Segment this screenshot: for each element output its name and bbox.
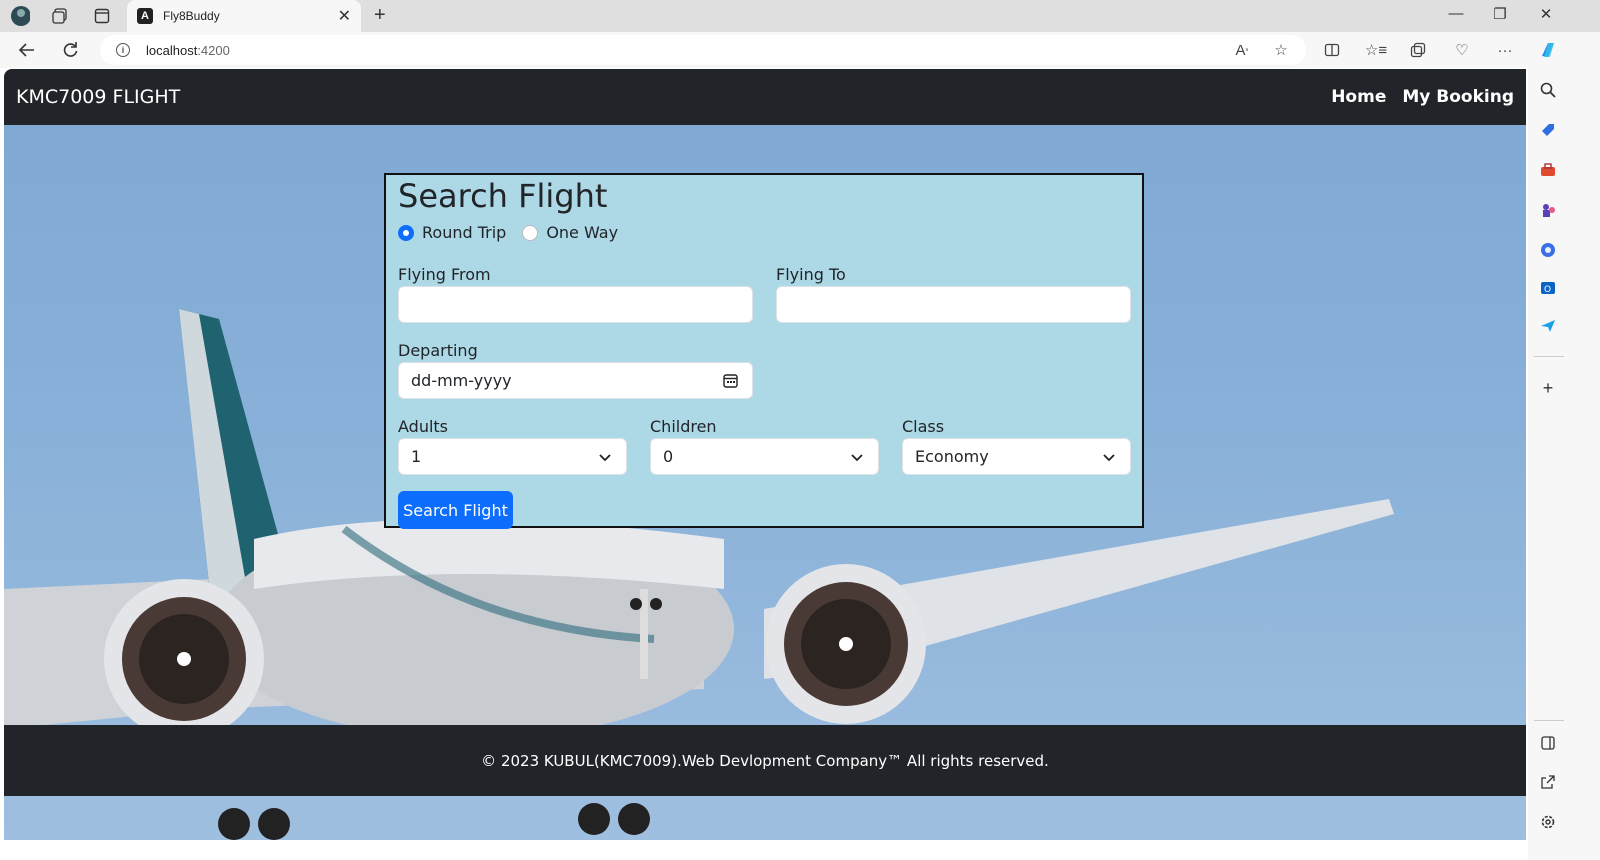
round-trip-label[interactable]: Round Trip xyxy=(422,223,506,242)
sidebar-divider xyxy=(1534,720,1564,721)
outlook-icon[interactable]: O xyxy=(1538,278,1558,298)
departing-label: Departing xyxy=(398,341,478,360)
settings-gear-icon[interactable] xyxy=(1538,812,1558,832)
nav-my-booking-link[interactable]: My Booking xyxy=(1402,87,1514,107)
svg-text:O: O xyxy=(1544,285,1551,295)
hide-sidebar-icon[interactable] xyxy=(1538,733,1558,753)
send-icon[interactable] xyxy=(1538,316,1558,336)
class-label: Class xyxy=(902,417,945,436)
page-footer: © 2023 KUBUL(KMC7009).Web Devlopment Com… xyxy=(4,725,1526,796)
collections-icon[interactable] xyxy=(1408,40,1428,60)
chevron-down-icon xyxy=(598,449,612,468)
flying-from-input[interactable] xyxy=(398,286,753,323)
refresh-icon[interactable] xyxy=(60,40,80,60)
trip-type-group: Round Trip One Way xyxy=(398,223,634,242)
class-value: Economy xyxy=(915,447,989,466)
url-host: localhost xyxy=(146,42,198,58)
brand-logo[interactable]: KMC7009 FLIGHT xyxy=(16,86,180,108)
tab-actions-icon[interactable] xyxy=(92,6,112,26)
restore-icon[interactable]: ❐ xyxy=(1490,5,1510,23)
calendar-icon[interactable] xyxy=(723,373,738,392)
profile-avatar-icon[interactable] xyxy=(10,6,30,26)
add-icon[interactable]: + xyxy=(1538,378,1558,398)
angular-favicon-icon: A xyxy=(137,8,153,24)
search-flight-button[interactable]: Search Flight xyxy=(398,491,513,529)
flying-to-label: Flying To xyxy=(776,265,846,284)
shopping-tag-icon[interactable] xyxy=(1538,120,1558,140)
browser-toolbar: i localhost:4200 Aⁿ ☆ ☆≡ ♡ ··· xyxy=(0,32,1600,68)
nav-home-link[interactable]: Home xyxy=(1331,87,1386,107)
flying-to-input[interactable] xyxy=(776,286,1131,323)
external-link-icon[interactable] xyxy=(1538,772,1558,792)
departing-placeholder: dd-mm-yyyy xyxy=(411,371,512,390)
microsoft-365-icon[interactable] xyxy=(1538,240,1558,260)
chevron-down-icon xyxy=(1102,449,1116,468)
top-navbar: KMC7009 FLIGHT Home My Booking xyxy=(4,69,1526,125)
chevron-down-icon xyxy=(850,449,864,468)
new-tab-icon[interactable]: + xyxy=(374,4,386,27)
one-way-radio[interactable] xyxy=(522,224,539,241)
children-select[interactable]: 0 xyxy=(650,438,879,475)
tools-briefcase-icon[interactable] xyxy=(1538,160,1558,180)
departing-date-input[interactable]: dd-mm-yyyy xyxy=(398,362,753,399)
back-icon[interactable] xyxy=(17,40,37,60)
page-viewport: KMC7009 FLIGHT Home My Booking Search Fl… xyxy=(4,69,1526,840)
games-icon[interactable] xyxy=(1538,200,1558,220)
url-port: :4200 xyxy=(197,42,230,58)
minimize-icon[interactable]: — xyxy=(1446,5,1466,22)
more-options-icon[interactable]: ··· xyxy=(1495,40,1515,60)
favorite-star-icon[interactable]: ☆ xyxy=(1271,40,1291,60)
browser-tab-bar: A Fly8Buddy ✕ + — ❐ ✕ xyxy=(0,0,1600,32)
copyright-text: © 2023 KUBUL(KMC7009).Web Devlopment Com… xyxy=(481,751,1049,770)
browser-tab[interactable]: A Fly8Buddy ✕ xyxy=(127,0,361,32)
nav-links: Home My Booking xyxy=(1331,87,1514,107)
address-bar[interactable]: i localhost:4200 xyxy=(100,35,1306,65)
favorites-icon[interactable]: ☆≡ xyxy=(1365,40,1387,60)
close-tab-icon[interactable]: ✕ xyxy=(338,6,351,26)
one-way-label[interactable]: One Way xyxy=(546,223,618,242)
adults-select[interactable]: 1 xyxy=(398,438,627,475)
children-value: 0 xyxy=(663,447,674,466)
children-label: Children xyxy=(650,417,717,436)
split-screen-icon[interactable] xyxy=(1322,40,1342,60)
search-icon[interactable] xyxy=(1538,80,1558,100)
class-select[interactable]: Economy xyxy=(902,438,1131,475)
sidebar-divider xyxy=(1534,356,1564,357)
copilot-icon[interactable] xyxy=(1538,40,1558,60)
workspaces-icon[interactable] xyxy=(50,6,70,26)
form-heading: Search Flight xyxy=(398,177,608,215)
flying-from-label: Flying From xyxy=(398,265,491,284)
site-info-icon[interactable]: i xyxy=(116,43,130,57)
read-aloud-icon[interactable]: Aⁿ xyxy=(1232,40,1252,60)
close-window-icon[interactable]: ✕ xyxy=(1536,5,1556,23)
adults-label: Adults xyxy=(398,417,449,436)
tab-title: Fly8Buddy xyxy=(163,9,220,23)
browser-essentials-icon[interactable]: ♡ xyxy=(1452,40,1472,60)
adults-value: 1 xyxy=(411,447,422,466)
round-trip-radio[interactable] xyxy=(398,224,414,241)
search-flight-form: Search Flight Round Trip One Way Flying … xyxy=(384,173,1144,529)
